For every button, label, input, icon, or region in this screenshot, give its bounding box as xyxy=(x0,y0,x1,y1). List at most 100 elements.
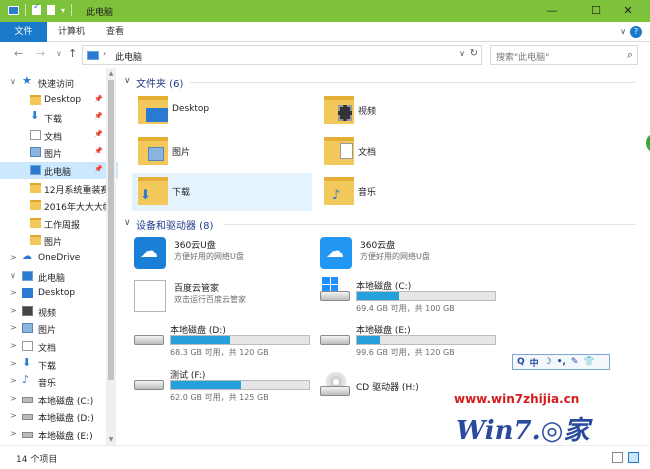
nav-item-label: 此电脑 xyxy=(44,168,72,178)
nav-item[interactable]: 2016年大大大帽 xyxy=(0,197,118,214)
search-input[interactable]: 搜索"此电脑" ⌕ xyxy=(490,45,638,65)
breadcrumb[interactable]: 此电脑 xyxy=(115,50,142,63)
collapse-chevron-icon[interactable]: ∨ xyxy=(10,77,16,86)
folders-group-header[interactable]: ∨ 文件夹 (6) xyxy=(120,74,640,90)
device-360-u-disk[interactable]: 360云U盘 方便好用的网络U盘 xyxy=(130,235,310,273)
nav-item[interactable]: 此电脑 📌 xyxy=(0,162,118,179)
search-icon[interactable]: ⌕ xyxy=(627,48,633,62)
document-icon xyxy=(30,129,41,140)
back-button[interactable]: ← xyxy=(14,47,23,60)
nav-item[interactable]: > 视频 xyxy=(0,303,118,320)
collapse-chevron-icon[interactable]: ∨ xyxy=(10,271,16,280)
pin-icon[interactable]: 📌 xyxy=(94,165,103,173)
customize-toolbar-icon[interactable]: ▾ xyxy=(61,6,65,15)
ime-mode-icon[interactable]: 中 xyxy=(530,356,539,369)
folder-tile-video[interactable]: 视频 xyxy=(318,92,498,130)
expand-chevron-icon[interactable]: > xyxy=(10,359,17,368)
nav-item[interactable]: > ⬇ 下载 xyxy=(0,356,118,373)
pin-icon[interactable]: 📌 xyxy=(94,95,103,103)
expand-chevron-icon[interactable]: > xyxy=(10,411,17,420)
ime-toolbar[interactable]: Q 中 ☽ •, ✎ 👕 xyxy=(512,354,610,370)
expand-chevron-icon[interactable]: > xyxy=(10,253,17,262)
expand-chevron-icon[interactable]: > xyxy=(10,429,17,438)
nav-item[interactable]: ∨ 此电脑 xyxy=(0,268,118,285)
recent-locations-button[interactable]: ∨ xyxy=(56,49,62,58)
nav-item[interactable]: > ☁ OneDrive xyxy=(0,250,118,267)
ime-moon-icon[interactable]: ☽ xyxy=(544,357,552,367)
nav-item[interactable]: > 本地磁盘 (D:) xyxy=(0,408,118,425)
close-button[interactable]: ✕ xyxy=(606,0,650,22)
expand-ribbon-icon[interactable]: ∨ xyxy=(620,27,626,36)
nav-item[interactable]: > 文档 xyxy=(0,338,118,355)
collapse-icon[interactable]: ∨ xyxy=(124,218,131,228)
device-baidu-cloud[interactable]: 百度云管家 双击运行百度云管家 xyxy=(130,278,310,316)
drive-usage-bar xyxy=(356,291,496,301)
drive-c[interactable]: 本地磁盘 (C:) 69.4 GB 可用，共 100 GB xyxy=(316,277,506,315)
drive-e[interactable]: 本地磁盘 (E:) 99.6 GB 可用，共 120 GB xyxy=(316,321,506,359)
drive-f[interactable]: 测试 (F:) 62.0 GB 可用，共 125 GB xyxy=(130,366,320,404)
nav-item[interactable]: 工作周报 xyxy=(0,215,118,232)
tab-file[interactable]: 文件 xyxy=(0,22,47,42)
nav-item[interactable]: Desktop 📌 xyxy=(0,92,118,109)
nav-item-label: 文档 xyxy=(44,132,63,143)
folder-tile-pictures[interactable]: 图片 xyxy=(132,133,312,171)
expand-chevron-icon[interactable]: > xyxy=(10,288,17,297)
edge-widget-icon[interactable] xyxy=(644,131,650,155)
nav-item[interactable]: > ♪ 音乐 xyxy=(0,373,118,390)
nav-item-label: 文档 xyxy=(38,344,57,354)
pin-icon[interactable]: 📌 xyxy=(94,112,103,120)
expand-chevron-icon[interactable]: > xyxy=(10,376,17,385)
expand-chevron-icon[interactable]: > xyxy=(10,306,17,315)
new-folder-icon[interactable] xyxy=(47,5,55,15)
nav-item[interactable]: ⬇ 下载 📌 xyxy=(0,109,118,126)
tiles-view-icon[interactable] xyxy=(628,452,639,463)
folder-tile-desktop[interactable]: Desktop xyxy=(132,92,312,130)
pin-icon[interactable]: 📌 xyxy=(94,147,103,155)
minimize-button[interactable]: — xyxy=(530,0,574,22)
properties-icon[interactable] xyxy=(32,2,41,15)
drive-d[interactable]: 本地磁盘 (D:) 68.3 GB 可用，共 120 GB xyxy=(130,321,320,359)
tab-computer[interactable]: 计算机 xyxy=(58,22,85,42)
folder-tile-documents[interactable]: 文档 xyxy=(318,133,498,171)
breadcrumb-chevron-icon[interactable]: › xyxy=(103,49,106,58)
collapse-icon[interactable]: ∨ xyxy=(124,76,131,86)
details-view-icon[interactable] xyxy=(612,452,623,463)
pin-icon[interactable]: 📌 xyxy=(94,130,103,138)
drive-free-space: 62.0 GB 可用，共 125 GB xyxy=(170,393,269,402)
ime-skin-icon[interactable]: 👕 xyxy=(583,357,594,367)
folder-label: 视频 xyxy=(358,107,377,117)
tab-view[interactable]: 查看 xyxy=(106,22,124,42)
up-button[interactable]: ↑ xyxy=(68,47,77,60)
nav-item[interactable]: > 本地磁盘 (C:) xyxy=(0,391,118,408)
folder-tile-music[interactable]: ♪ 音乐 xyxy=(318,173,498,211)
ime-tool-icon[interactable]: ✎ xyxy=(571,357,579,367)
ime-punct-icon[interactable]: •, xyxy=(557,357,566,367)
nav-item[interactable]: 图片 📌 xyxy=(0,144,118,161)
address-bar[interactable]: › 此电脑 ∨ ↻ xyxy=(82,45,482,65)
devices-group-header[interactable]: ∨ 设备和驱动器 (8) xyxy=(120,216,640,232)
help-icon[interactable]: ? xyxy=(630,26,642,38)
drive-icon xyxy=(320,291,350,301)
nav-item[interactable]: 图片 xyxy=(0,232,118,249)
ime-search-icon[interactable]: Q xyxy=(517,357,525,367)
baidu-icon xyxy=(134,280,166,312)
scroll-up-icon[interactable]: ▲ xyxy=(106,70,116,77)
expand-chevron-icon[interactable]: > xyxy=(10,341,17,350)
expand-chevron-icon[interactable]: > xyxy=(10,323,17,332)
refresh-icon[interactable]: ↻ xyxy=(470,48,478,59)
nav-scrollbar[interactable]: ▲ ▼ xyxy=(106,68,116,445)
nav-item[interactable]: > Desktop xyxy=(0,285,118,302)
device-360-cloud[interactable]: 360云盘 方便好用的网络U盘 xyxy=(316,235,496,273)
nav-item[interactable]: ∨ ★ 快速访问 xyxy=(0,74,118,91)
nav-item[interactable]: 12月系统重装赛 xyxy=(0,180,118,197)
windows-logo-icon xyxy=(322,277,338,291)
expand-chevron-icon[interactable]: > xyxy=(10,394,17,403)
scroll-thumb[interactable] xyxy=(108,80,114,380)
nav-item[interactable]: > 本地磁盘 (E:) xyxy=(0,426,118,443)
forward-button[interactable]: → xyxy=(36,47,45,60)
folder-tile-downloads[interactable]: ⬇ 下载 xyxy=(132,173,312,211)
scroll-down-icon[interactable]: ▼ xyxy=(106,436,116,443)
nav-item[interactable]: > 图片 xyxy=(0,320,118,337)
nav-item[interactable]: 文档 📌 xyxy=(0,127,118,144)
address-dropdown-icon[interactable]: ∨ xyxy=(459,49,465,58)
